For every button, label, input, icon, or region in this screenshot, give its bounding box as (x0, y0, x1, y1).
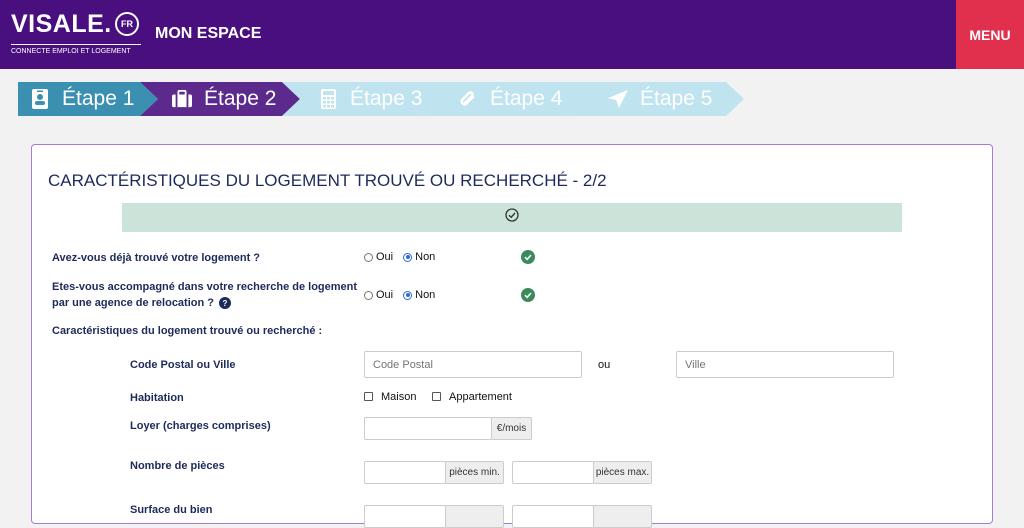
loyer-input[interactable] (364, 417, 492, 440)
form-title: CARACTÉRISTIQUES DU LOGEMENT TROUVÉ OU R… (48, 171, 607, 190)
city-input[interactable] (676, 351, 894, 378)
q2-oui-radio[interactable] (364, 290, 373, 300)
logo-divider (11, 44, 141, 45)
pieces-min-input[interactable] (364, 461, 446, 484)
step-3[interactable]: Étape 3 (282, 82, 440, 116)
form-card: CARACTÉRISTIQUES DU LOGEMENT TROUVÉ OU R… (31, 144, 993, 528)
surface-max-input[interactable] (512, 505, 594, 528)
logo-wordmark: VISALE. (11, 10, 112, 38)
logo-fr-badge: FR (115, 12, 139, 36)
surface-label: Surface du bien (130, 504, 213, 516)
logo-tagline: CONNECTE EMPLOI ET LOGEMENT (11, 48, 131, 55)
pieces-label: Nombre de pièces (130, 460, 225, 472)
suitcase-icon (172, 89, 192, 109)
surface-min-unit (445, 505, 504, 528)
q1-valid-check-icon (521, 250, 535, 264)
step-2-label: Étape 2 (204, 87, 277, 110)
postal-label: Code Postal ou Ville (130, 359, 236, 371)
q1-radio-group: Oui Non (364, 251, 445, 263)
loyer-unit: €/mois (491, 417, 532, 440)
q2-valid-check-icon (521, 288, 535, 302)
q2-label-line2: par une agence de relocation ? (52, 297, 214, 309)
appartement-checkbox[interactable] (432, 392, 441, 401)
surface-max-unit (593, 505, 652, 528)
q1-non-label[interactable]: Non (415, 251, 435, 263)
maison-label[interactable]: Maison (381, 391, 416, 403)
pieces-min-unit: pièces min. (445, 461, 504, 484)
step-5[interactable]: Étape 5 (566, 82, 744, 116)
id-badge-icon (30, 89, 50, 109)
or-text: ou (598, 359, 611, 371)
pieces-max-input[interactable] (512, 461, 594, 484)
q1-label: Avez-vous déjà trouvé votre logement ? (52, 252, 261, 264)
q1-oui-radio[interactable] (364, 252, 373, 262)
status-banner (122, 203, 902, 232)
q2-label-line1: Etes-vous accompagné dans votre recherch… (52, 281, 358, 293)
calculator-icon (318, 89, 338, 109)
step-3-label: Étape 3 (350, 87, 423, 110)
surface-min-input[interactable] (364, 505, 446, 528)
step-5-label: Étape 5 (640, 87, 713, 110)
menu-button[interactable]: MENU (956, 0, 1024, 69)
postal-code-input[interactable] (364, 351, 582, 378)
step-4[interactable]: Étape 4 (422, 82, 584, 116)
section-label: Caractéristiques du logement trouvé ou r… (52, 325, 323, 337)
step-1[interactable]: Étape 1 (18, 82, 158, 116)
q2-non-label[interactable]: Non (415, 289, 435, 301)
step-4-label: Étape 4 (490, 87, 563, 110)
q1-non-radio[interactable] (403, 252, 413, 262)
paperclip-icon (458, 89, 478, 109)
appartement-label[interactable]: Appartement (449, 391, 512, 403)
step-2[interactable]: Étape 2 (140, 82, 300, 116)
page-title: MON ESPACE (155, 25, 262, 42)
q2-non-radio[interactable] (403, 290, 413, 300)
q2-oui-label[interactable]: Oui (376, 289, 393, 301)
habitation-label: Habitation (130, 392, 184, 404)
paper-plane-icon (608, 89, 628, 109)
q2-label: Etes-vous accompagné dans votre recherch… (52, 279, 357, 311)
maison-checkbox[interactable] (364, 392, 373, 401)
svg-text:?: ? (223, 299, 228, 308)
loyer-label: Loyer (charges comprises) (130, 420, 271, 432)
pieces-max-unit: pièces max. (593, 461, 652, 484)
check-circle-icon (505, 208, 519, 227)
step-1-label: Étape 1 (62, 87, 135, 110)
q1-oui-label[interactable]: Oui (376, 251, 393, 263)
top-header: VISALE. FR CONNECTE EMPLOI ET LOGEMENT M… (0, 0, 1024, 69)
help-icon[interactable]: ? (219, 297, 231, 309)
q2-radio-group: Oui Non (364, 289, 445, 301)
visale-logo[interactable]: VISALE. FR CONNECTE EMPLOI ET LOGEMENT (11, 10, 141, 60)
